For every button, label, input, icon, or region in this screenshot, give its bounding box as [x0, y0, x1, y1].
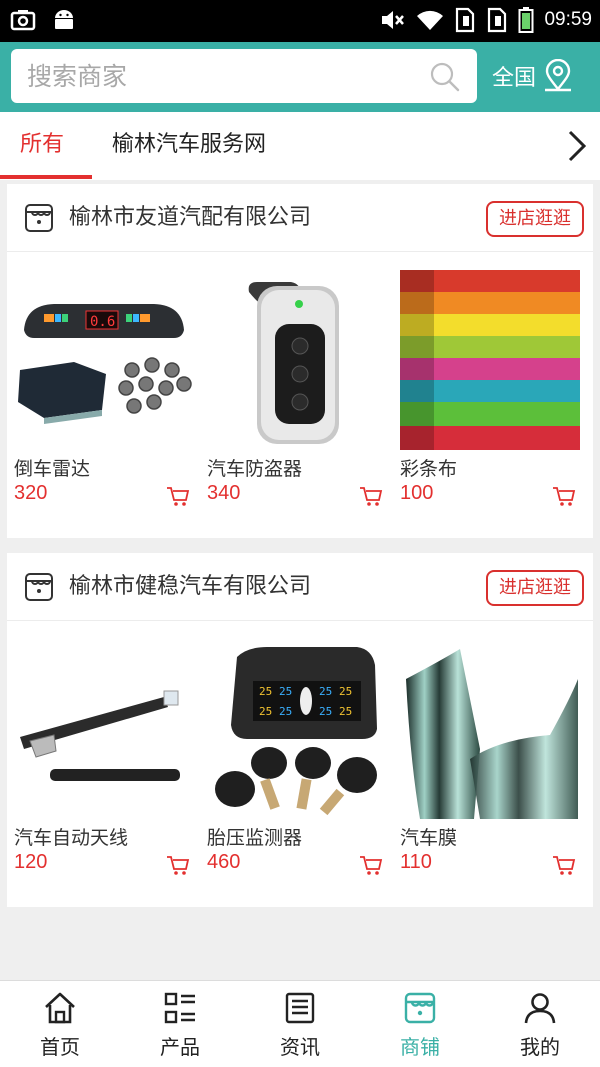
product-list: 汽车自动天线 120 25 25 25 25 25 25 25 25 胎压监测器…: [7, 621, 593, 907]
tab-all[interactable]: 所有: [20, 112, 64, 180]
window-film-image: [400, 639, 580, 819]
bottom-navigation: 首页 产品 资讯 商铺 我的: [0, 980, 600, 1067]
wifi-icon: [417, 10, 444, 30]
sim2-icon: [488, 7, 507, 33]
product-card[interactable]: 25 25 25 25 25 25 25 25 胎压监测器 460: [200, 621, 393, 907]
store-icon: [404, 992, 436, 1024]
svg-text:25: 25: [319, 705, 332, 718]
product-name: 彩条布: [400, 458, 458, 480]
shop-card: 榆林市健稳汽车有限公司 进店逛逛 汽车自动天线 120 25 25 25 25 …: [7, 553, 593, 907]
svg-text:0.6: 0.6: [90, 314, 115, 330]
search-input[interactable]: [27, 58, 407, 94]
grid-list-icon: [164, 992, 195, 1024]
shop-card: 榆林市友道汽配有限公司 进店逛逛 0.6 倒车雷达 320 汽车防盗器 340 …: [7, 184, 593, 538]
nav-shops-label: 商铺: [400, 1035, 440, 1059]
status-bar: 09:59: [0, 0, 600, 42]
add-to-cart-icon[interactable]: [359, 486, 383, 508]
auto-antenna-image: [14, 639, 194, 819]
product-price: 340: [207, 482, 241, 504]
battery-icon: [518, 7, 534, 33]
nav-profile[interactable]: 我的: [480, 981, 600, 1067]
svg-text:25: 25: [259, 685, 272, 698]
product-price: 120: [14, 851, 48, 873]
product-name: 汽车防盗器: [207, 458, 303, 480]
add-to-cart-icon[interactable]: [166, 855, 190, 877]
add-to-cart-icon[interactable]: [552, 855, 576, 877]
shop-header: 榆林市健稳汽车有限公司 进店逛逛: [7, 553, 593, 621]
search-icon[interactable]: [429, 61, 461, 93]
add-to-cart-icon[interactable]: [166, 486, 190, 508]
product-card[interactable]: 汽车防盗器 340: [200, 252, 393, 538]
user-icon: [524, 993, 556, 1024]
product-list: 0.6 倒车雷达 320 汽车防盗器 340 彩条布 100: [7, 252, 593, 538]
android-icon: [55, 10, 73, 29]
sim1-icon: [456, 7, 475, 33]
product-card[interactable]: 汽车膜 110: [393, 621, 586, 907]
product-price: 110: [400, 851, 432, 873]
product-card[interactable]: 彩条布 100: [393, 252, 586, 538]
product-card[interactable]: 0.6 倒车雷达 320: [7, 252, 200, 538]
region-label: 全国: [492, 66, 537, 91]
clock: 09:59: [544, 9, 592, 30]
tab-yulin-auto-service[interactable]: 榆林汽车服务网: [112, 112, 266, 180]
product-name: 倒车雷达: [14, 458, 91, 480]
nav-profile-label: 我的: [520, 1035, 560, 1059]
svg-text:25: 25: [339, 685, 352, 698]
parking-sensor-image: 0.6: [14, 270, 194, 450]
shop-name[interactable]: 榆林市友道汽配有限公司: [69, 184, 311, 252]
screenshot-icon: [10, 10, 36, 31]
visit-shop-button[interactable]: 进店逛逛: [486, 201, 584, 237]
svg-text:25: 25: [339, 705, 352, 718]
mute-icon: [382, 11, 405, 29]
svg-text:25: 25: [319, 685, 332, 698]
svg-text:25: 25: [279, 685, 292, 698]
striped-tarp-image: [400, 270, 580, 450]
product-card[interactable]: 汽车自动天线 120: [7, 621, 200, 907]
svg-text:25: 25: [259, 705, 272, 718]
product-price: 460: [207, 851, 241, 873]
search-bar[interactable]: [11, 49, 477, 103]
shop-header: 榆林市友道汽配有限公司 进店逛逛: [7, 184, 593, 252]
news-icon: [285, 992, 315, 1024]
store-icon: [25, 573, 53, 601]
product-name: 汽车膜: [400, 827, 458, 849]
location-pin-icon: [545, 59, 572, 92]
shop-name[interactable]: 榆林市健稳汽车有限公司: [69, 553, 311, 621]
tire-pressure-monitor-image: 25 25 25 25 25 25 25 25: [207, 639, 387, 819]
chevron-right-icon[interactable]: [562, 128, 590, 164]
product-name: 汽车自动天线: [14, 827, 129, 849]
nav-home[interactable]: 首页: [0, 981, 120, 1067]
category-tabs: 所有 榆林汽车服务网: [0, 112, 600, 180]
store-icon: [25, 204, 53, 232]
product-name: 胎压监测器: [207, 827, 303, 849]
home-icon: [45, 992, 75, 1024]
nav-products-label: 产品: [160, 1035, 200, 1059]
nav-news[interactable]: 资讯: [240, 981, 360, 1067]
svg-text:25: 25: [279, 705, 292, 718]
visit-shop-button[interactable]: 进店逛逛: [486, 570, 584, 606]
nav-news-label: 资讯: [280, 1035, 320, 1059]
top-header: 全国: [0, 42, 600, 112]
nav-shops[interactable]: 商铺: [360, 981, 480, 1067]
product-price: 320: [14, 482, 48, 504]
nav-products[interactable]: 产品: [120, 981, 240, 1067]
add-to-cart-icon[interactable]: [552, 486, 576, 508]
product-price: 100: [400, 482, 434, 504]
add-to-cart-icon[interactable]: [359, 855, 383, 877]
region-selector[interactable]: 全国: [492, 56, 574, 96]
active-tab-indicator: [0, 175, 92, 179]
car-alarm-key-image: [207, 270, 387, 450]
nav-home-label: 首页: [40, 1035, 80, 1059]
